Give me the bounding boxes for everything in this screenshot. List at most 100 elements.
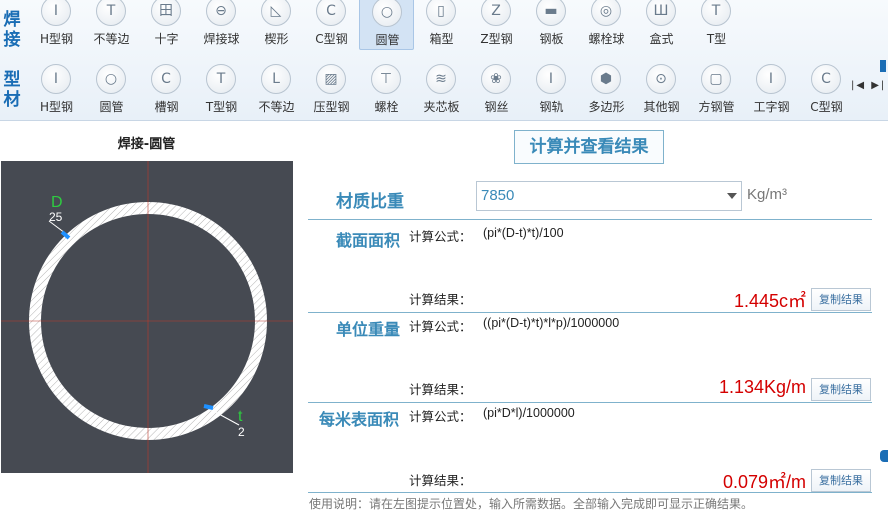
toolbar-item-t-section[interactable]: T T型 xyxy=(689,0,744,50)
toolbar-item-h-beam[interactable]: I H型钢 xyxy=(29,0,84,50)
polygon-icon: ⬢ xyxy=(591,64,621,94)
toolbar-item-bolt-ball[interactable]: ◎ 螺栓球 xyxy=(579,0,634,50)
h-beam-icon: I xyxy=(41,0,71,26)
c-channel-icon: C xyxy=(811,64,841,94)
density-select[interactable]: 7850 xyxy=(476,181,742,211)
round-tube-icon: ○ xyxy=(96,64,126,94)
h-beam-icon: I xyxy=(41,64,71,94)
steel-plate-icon: ▬ xyxy=(536,0,566,26)
section-title-weight: 单位重量 xyxy=(336,320,401,339)
chevron-down-icon[interactable] xyxy=(727,193,737,199)
toolbar-item-other-steel[interactable]: ⊙ 其他钢 xyxy=(634,60,689,118)
toolbar-item-welded-ball[interactable]: ⊖ 焊接球 xyxy=(194,0,249,50)
toolbar-item-polygon[interactable]: ⬢ 多边形 xyxy=(579,60,634,118)
sandwich-panel-icon: ≋ xyxy=(426,64,456,94)
z-section-icon: Z xyxy=(481,0,511,26)
density-value: 7850 xyxy=(481,187,515,204)
row-label-welded: 焊接 xyxy=(3,10,21,50)
toolbar-item-c-channel[interactable]: C C型钢 xyxy=(799,60,854,118)
toolbar-item-bolt[interactable]: ⊤ 螺栓 xyxy=(359,60,414,118)
t-section-icon: T xyxy=(701,0,731,26)
toolbar-item-cross-section[interactable]: 田十字 xyxy=(139,0,194,50)
d-dimension-value[interactable]: 25 xyxy=(49,210,63,224)
t-dimension-value[interactable]: 2 xyxy=(238,425,245,439)
t-arrow-marker xyxy=(203,404,214,410)
square-tube-icon: ▢ xyxy=(701,64,731,94)
density-unit: Kg/m³ xyxy=(747,186,788,203)
result-area: 1.445c㎡ xyxy=(733,291,806,311)
toolbar-item-channel-steel[interactable]: C 槽钢 xyxy=(139,60,194,118)
c-channel-icon: C xyxy=(316,0,346,26)
toolbar-item-label: T型 xyxy=(706,32,727,46)
welded-ball-icon: ⊖ xyxy=(206,0,236,26)
toolbar-item-z-section[interactable]: Z Z型钢 xyxy=(469,0,524,50)
copy-result-area-button[interactable]: 复制结果 xyxy=(811,288,871,311)
toolbar-item-round-tube[interactable]: ○ 圆管 xyxy=(359,0,414,50)
toolbar-item-steel-wire[interactable]: ❀ 钢丝 xyxy=(469,60,524,118)
copy-result-weight-button[interactable]: 复制结果 xyxy=(811,378,871,401)
toolbar-item-wedge[interactable]: ◺ 楔形 xyxy=(249,0,304,50)
cross-section-icon: 田 xyxy=(151,0,181,26)
section-title-surface: 每米表面积 xyxy=(319,410,400,429)
profile-shapes-row: 型材 I H型钢 ○ 圆管 C 槽钢 T T型钢 L 不等边 ▨ 压型钢 ⊤ 螺栓 ≋ 夹芯板 ❀ 钢丝 I 钢轨 ⬢ 多… xyxy=(0,60,888,120)
d-dimension-label[interactable]: D xyxy=(51,194,63,211)
side-scroll-handle[interactable] xyxy=(880,450,888,462)
toolbar-scroll-arrows[interactable]: |◀ ▶| xyxy=(851,80,886,91)
toolbar-item-unequal-angle[interactable]: T 不等边 xyxy=(84,0,139,50)
divider xyxy=(308,402,872,403)
profiled-steel-icon: ▨ xyxy=(316,64,346,94)
steel-wire-icon: ❀ xyxy=(481,64,511,94)
toolbar-item-rail[interactable]: I 钢轨 xyxy=(524,60,579,118)
copy-result-surface-button[interactable]: 复制结果 xyxy=(811,469,871,492)
wedge-icon: ◺ xyxy=(261,0,291,26)
unequal-angle-icon: T xyxy=(96,0,126,26)
d-arrow-marker xyxy=(60,230,71,240)
formula-surface: (pi*D*l)/1000000 xyxy=(483,406,575,420)
toolbar-item-unequal-angle[interactable]: L 不等边 xyxy=(249,60,304,118)
result-label: 计算结果： xyxy=(409,382,472,397)
divider xyxy=(308,219,872,220)
toolbar-item-i-beam[interactable]: I 工字钢 xyxy=(744,60,799,118)
rail-icon: I xyxy=(536,64,566,94)
unequal-angle-icon: L xyxy=(261,64,291,94)
t-steel-icon: T xyxy=(206,64,236,94)
toolbar-item-profiled-steel[interactable]: ▨ 压型钢 xyxy=(304,60,359,118)
row-label-profile: 型材 xyxy=(3,70,21,110)
i-beam-icon: I xyxy=(756,64,786,94)
divider xyxy=(308,492,872,493)
toolbar-item-box-type[interactable]: Ш 盒式 xyxy=(634,0,689,50)
toolbar-item-label: C型钢 xyxy=(810,100,843,114)
box-type-icon: Ш xyxy=(646,0,676,26)
toolbar-item-round-tube[interactable]: ○ 圆管 xyxy=(84,60,139,118)
toolbar-item-c-channel[interactable]: C C型钢 xyxy=(304,0,359,50)
section-title-area: 截面面积 xyxy=(336,231,401,250)
toolbar-item-h-beam[interactable]: I H型钢 xyxy=(29,60,84,118)
density-label: 材质比重 xyxy=(336,192,404,212)
result-label: 计算结果： xyxy=(409,473,472,488)
toolbar-item-sandwich-panel[interactable]: ≋ 夹芯板 xyxy=(414,60,469,118)
channel-steel-icon: C xyxy=(151,64,181,94)
shape-toolbar: 焊接 I H型钢 T 不等边田十字 ⊖ 焊接球 ◺ 楔形 C C型钢 ○ 圆管 ▯ 箱型 Z Z型钢 ▬ 钢板 ◎ 螺… xyxy=(0,0,888,121)
welded-shapes-row: 焊接 I H型钢 T 不等边田十字 ⊖ 焊接球 ◺ 楔形 C C型钢 ○ 圆管 ▯ 箱型 Z Z型钢 ▬ 钢板 ◎ 螺… xyxy=(0,0,888,52)
bolt-icon: ⊤ xyxy=(371,64,401,94)
formula-label: 计算公式： xyxy=(409,409,472,424)
box-section-icon: ▯ xyxy=(426,0,456,26)
t-dimension-label[interactable]: t xyxy=(238,408,243,425)
toolbar-item-box-section[interactable]: ▯ 箱型 xyxy=(414,0,469,50)
formula-label: 计算公式： xyxy=(409,319,472,334)
formula-area: (pi*(D-t)*t)/100 xyxy=(483,226,564,240)
round-tube-icon: ○ xyxy=(372,0,402,27)
result-weight: 1.134Kg/m xyxy=(718,377,806,397)
calculate-button[interactable]: 计算并查看结果 xyxy=(514,130,664,164)
tube-diagram-svg: D 25 t 2 xyxy=(1,161,293,473)
toolbar-edge-marker xyxy=(880,60,886,72)
formula-label: 计算公式： xyxy=(409,229,472,244)
toolbar-item-steel-plate[interactable]: ▬ 钢板 xyxy=(524,0,579,50)
tube-diagram: D 25 t 2 xyxy=(1,161,293,473)
usage-note: 使用说明：请在左图提示位置处，输入所需数据。全部输入完成即可显示正确结果。 xyxy=(309,497,754,510)
other-steel-icon: ⊙ xyxy=(646,64,676,94)
bolt-ball-icon: ◎ xyxy=(591,0,621,26)
result-label: 计算结果： xyxy=(409,292,472,307)
toolbar-item-square-tube[interactable]: ▢ 方钢管 xyxy=(689,60,744,118)
toolbar-item-t-steel[interactable]: T T型钢 xyxy=(194,60,249,118)
